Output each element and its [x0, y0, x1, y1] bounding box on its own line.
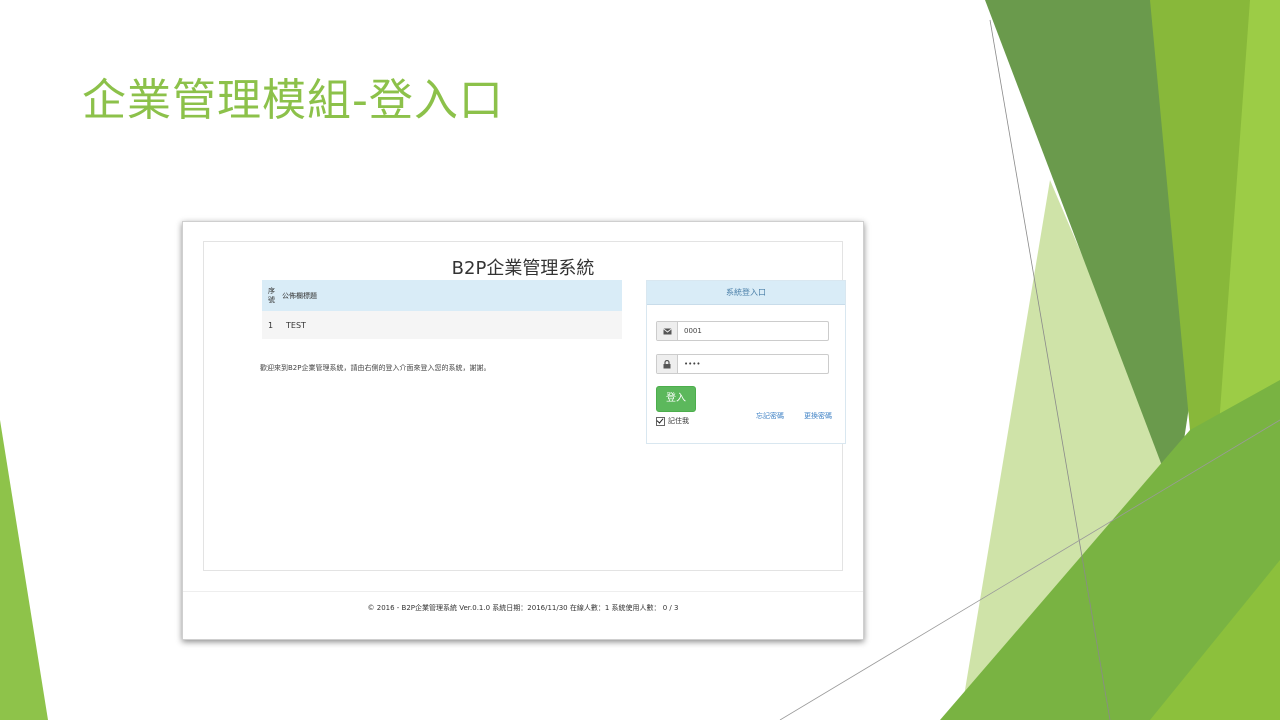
row-seq: 1 — [268, 320, 274, 330]
notice-table: 序號 公佈欄標題 1 TEST — [262, 280, 622, 339]
footer-text: © 2016 - B2P企業管理系統 Ver.0.1.0 系統日期：2016/1… — [367, 604, 679, 612]
title-header: 公佈欄標題 — [282, 291, 317, 300]
remember-checkbox[interactable] — [656, 416, 665, 426]
change-password-link[interactable]: 更換密碼 — [804, 411, 832, 421]
username-value[interactable]: 0001 — [678, 322, 828, 340]
username-field[interactable]: 0001 — [656, 321, 829, 341]
password-field[interactable]: •••• — [656, 354, 829, 374]
remember-me[interactable]: 記住我 — [656, 416, 689, 426]
login-header: 系統登入口 — [647, 281, 845, 305]
main-panel: B2P企業管理系統 序號 公佈欄標題 1 TEST 歡迎來到B2P企業管理系統，… — [203, 241, 846, 571]
welcome-text: 歡迎來到B2P企業管理系統，請由右側的登入介面來登入您的系統，謝謝。 — [260, 364, 491, 372]
seq-header: 序號 — [268, 286, 275, 304]
table-row[interactable]: 1 TEST — [262, 311, 622, 339]
screenshot-frame: B2P企業管理系統 序號 公佈欄標題 1 TEST 歡迎來到B2P企業管理系統，… — [182, 221, 864, 640]
footer-divider — [183, 591, 863, 592]
envelope-icon — [657, 322, 678, 340]
notice-table-header: 序號 公佈欄標題 — [262, 280, 622, 311]
lock-icon — [657, 355, 678, 373]
left-facet — [0, 420, 48, 720]
row-title[interactable]: TEST — [286, 321, 306, 330]
system-title: B2P企業管理系統 — [451, 258, 595, 279]
remember-label: 記住我 — [668, 417, 689, 425]
forgot-password-link[interactable]: 忘記密碼 — [756, 411, 784, 421]
password-value[interactable]: •••• — [678, 355, 828, 373]
login-panel: 系統登入口 0001 •••• 登入 記住我 忘記密碼 更換密碼 — [646, 280, 846, 444]
slide-title: 企業管理模組-登入口 — [82, 75, 504, 126]
login-button[interactable]: 登入 — [656, 386, 696, 412]
